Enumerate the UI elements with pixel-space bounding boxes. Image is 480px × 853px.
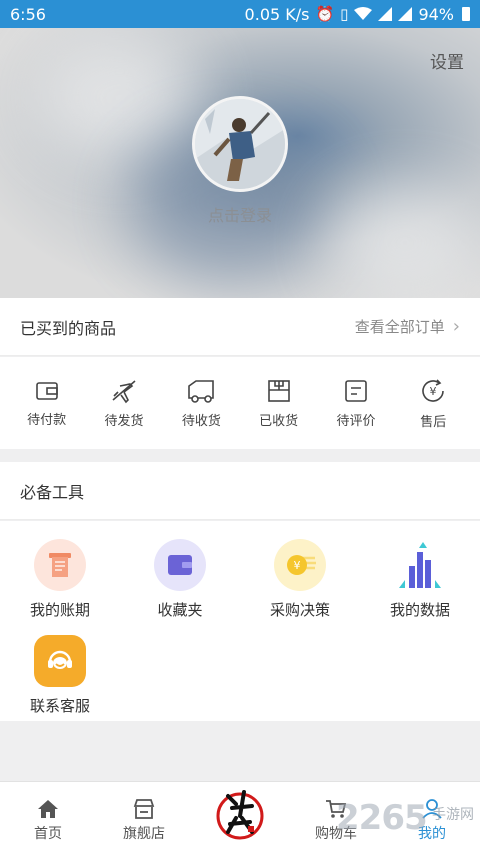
tools-grid: 我的账期 收藏夹 ¥ 采购决策 我的数据 联系客服 bbox=[0, 521, 480, 721]
chevron-right-icon: › bbox=[452, 316, 460, 337]
comment-icon bbox=[345, 379, 367, 402]
tool-purchase-decision[interactable]: ¥ 采购决策 bbox=[240, 539, 360, 620]
order-item-label: 待发货 bbox=[104, 413, 144, 429]
login-link[interactable]: 点击登录 bbox=[0, 202, 480, 226]
alarm-icon: ⏰ bbox=[315, 5, 335, 23]
avatar[interactable] bbox=[192, 96, 288, 192]
tool-label: 采购决策 bbox=[269, 601, 330, 619]
profile-header: 设置 点击登录 bbox=[0, 28, 480, 298]
tab-home[interactable]: 首页 bbox=[0, 782, 96, 853]
signal-icon-2 bbox=[398, 7, 413, 21]
signal-icon bbox=[378, 7, 393, 21]
truck-icon bbox=[188, 379, 215, 403]
status-indicators: 0.05 K/s ⏰ ▯ 94% bbox=[245, 5, 470, 24]
tool-my-data[interactable]: 我的数据 bbox=[360, 539, 480, 620]
tool-customer-service[interactable]: 联系客服 bbox=[0, 635, 120, 716]
order-pending-payment[interactable]: 待付款 bbox=[8, 357, 85, 449]
tool-billing-period[interactable]: 我的账期 bbox=[0, 539, 120, 620]
order-pending-review[interactable]: 待评价 bbox=[317, 357, 394, 449]
watermark-site: 手游网 bbox=[432, 807, 474, 823]
tab-label: 旗舰店 bbox=[123, 826, 165, 842]
store-icon bbox=[133, 799, 155, 819]
tool-favorites[interactable]: 收藏夹 bbox=[120, 539, 240, 620]
orders-header: 已买到的商品 查看全部订单 › bbox=[0, 298, 480, 356]
home-icon bbox=[38, 800, 58, 818]
airplane-icon bbox=[112, 379, 136, 403]
tab-flagship-store[interactable]: 旗舰店 bbox=[96, 782, 192, 853]
tool-label: 联系客服 bbox=[29, 697, 90, 715]
order-item-label: 已收货 bbox=[259, 413, 299, 429]
tab-label: 首页 bbox=[34, 826, 62, 842]
battery-icon bbox=[462, 7, 470, 21]
wallet-icon bbox=[35, 381, 58, 400]
order-received[interactable]: 已收货 bbox=[240, 357, 317, 449]
order-item-label: 待收货 bbox=[181, 413, 221, 429]
wallet-folder-icon bbox=[154, 539, 206, 591]
bar-chart-icon bbox=[394, 539, 446, 591]
watermark-number: 2265 bbox=[336, 798, 428, 838]
tools-header: 必备工具 bbox=[0, 462, 480, 520]
tool-label: 我的账期 bbox=[29, 601, 90, 619]
settings-button[interactable]: 设置 bbox=[430, 48, 464, 73]
package-icon bbox=[267, 379, 290, 402]
order-item-label: 待评价 bbox=[336, 413, 376, 429]
view-all-orders-label: 查看全部订单 bbox=[354, 318, 445, 336]
brand-logo[interactable] bbox=[214, 786, 266, 842]
tool-label: 我的数据 bbox=[389, 601, 450, 619]
status-time: 6:56 bbox=[10, 4, 46, 24]
battery-level: 94% bbox=[418, 4, 454, 24]
orders-title: 已买到的商品 bbox=[20, 318, 117, 338]
order-status-row: 待付款 待发货 待收货 已收货 待评价 ¥ 售后 bbox=[0, 357, 480, 449]
tools-title: 必备工具 bbox=[20, 482, 85, 502]
svg-text:¥: ¥ bbox=[430, 385, 437, 398]
wifi-icon bbox=[354, 7, 373, 20]
bill-icon bbox=[34, 539, 86, 591]
view-all-orders-link[interactable]: 查看全部订单 › bbox=[355, 316, 460, 337]
headset-icon bbox=[34, 635, 86, 687]
order-item-label: 待付款 bbox=[27, 412, 67, 428]
order-after-sales[interactable]: ¥ 售后 bbox=[395, 357, 472, 449]
status-bar: 6:56 0.05 K/s ⏰ ▯ 94% bbox=[0, 0, 480, 28]
vibrate-icon: ▯ bbox=[340, 5, 349, 23]
order-pending-receipt[interactable]: 待收货 bbox=[163, 357, 240, 449]
tool-label: 收藏夹 bbox=[157, 601, 203, 619]
yen-refresh-icon: ¥ bbox=[422, 378, 445, 402]
svg-text:¥: ¥ bbox=[294, 559, 301, 572]
network-speed: 0.05 K/s bbox=[244, 4, 310, 24]
order-pending-shipment[interactable]: 待发货 bbox=[85, 357, 162, 449]
order-item-label: 售后 bbox=[420, 414, 447, 430]
coin-icon: ¥ bbox=[274, 539, 326, 591]
